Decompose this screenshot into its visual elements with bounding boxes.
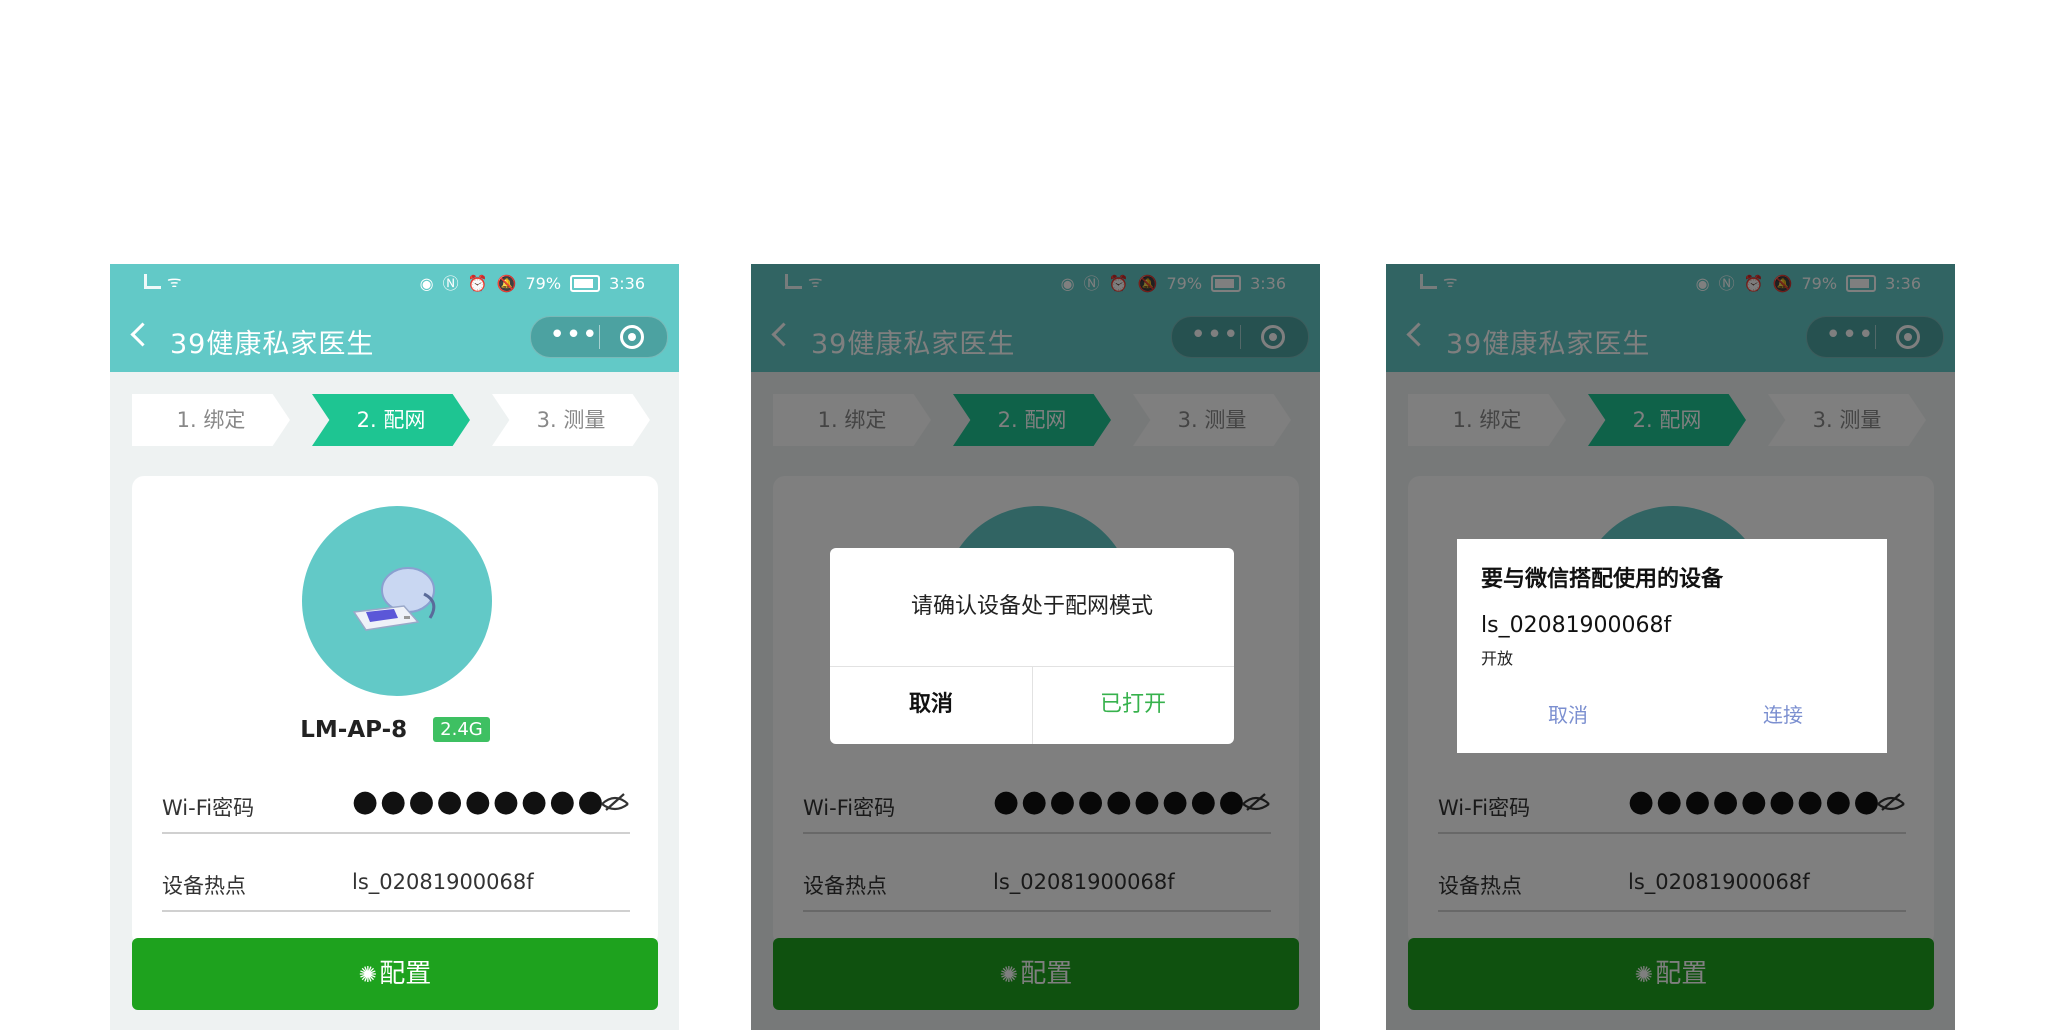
hotspot-label: 设备热点 xyxy=(162,874,246,898)
config-button[interactable]: ✺配置 xyxy=(132,938,658,1010)
battery-icon xyxy=(570,275,601,292)
eye-comfort-icon: ◉ xyxy=(419,273,434,293)
hide-password-icon[interactable] xyxy=(600,792,630,812)
clock-time: 3:36 xyxy=(609,274,645,293)
config-button-label: 配置 xyxy=(379,959,432,989)
device-image-circle xyxy=(302,506,492,696)
back-icon[interactable] xyxy=(130,322,155,347)
device-name: LM-AP-8 xyxy=(300,716,408,743)
status-left-icons: ᯤ xyxy=(144,271,182,291)
pair-device-id[interactable]: ls_02081900068f xyxy=(1481,613,1671,638)
wifi-password-label: Wi-Fi密码 xyxy=(162,796,255,820)
hotspot-field: 设备热点 ls_02081900068f xyxy=(162,856,630,912)
step-indicator: 1. 绑定 2. 配网 3. 测量 xyxy=(132,394,652,446)
blood-pressure-monitor-icon xyxy=(352,567,436,631)
dialog-message: 请确认设备处于配网模式 xyxy=(910,594,1153,619)
miniprogram-capsule: ••• xyxy=(530,316,668,358)
battery-percent: 79% xyxy=(525,274,562,293)
dialog-cancel-button[interactable]: 取消 xyxy=(830,686,1032,718)
phone-screen-1: ᯤ ◉ Ⓝ ⏰ 🔕 79% 3:36 39健康私家医生 ••• 1. 绑定 2.… xyxy=(110,264,679,1030)
step-measure: 3. 测量 xyxy=(492,394,650,446)
device-card: LM-AP-8 2.4G Wi-Fi密码 ●●●●●●●●● 设备热点 ls_0… xyxy=(132,476,658,946)
nfc-icon: Ⓝ xyxy=(442,273,459,293)
nav-bar: 39健康私家医生 ••• xyxy=(110,304,679,372)
loading-spinner-icon: ✺ xyxy=(358,963,378,988)
pair-device-dialog: 要与微信搭配使用的设备 ls_02081900068f 开放 取消 连接 xyxy=(1457,539,1887,753)
status-bar: ᯤ ◉ Ⓝ ⏰ 🔕 79% 3:36 xyxy=(110,264,679,304)
dialog-opened-button[interactable]: 已打开 xyxy=(1032,686,1234,718)
more-icon[interactable]: ••• xyxy=(549,322,599,351)
alarm-icon: ⏰ xyxy=(467,273,488,293)
cellular-signal-icon xyxy=(144,274,161,289)
step-network: 2. 配网 xyxy=(312,394,470,446)
band-badge: 2.4G xyxy=(433,717,490,742)
step-bind: 1. 绑定 xyxy=(132,394,290,446)
pair-cancel-button[interactable]: 取消 xyxy=(1548,699,1588,728)
close-miniprogram-icon[interactable] xyxy=(620,325,644,349)
confirm-network-mode-dialog: 请确认设备处于配网模式 取消 已打开 xyxy=(830,548,1234,744)
mute-icon: 🔕 xyxy=(496,273,517,293)
wifi-password-field[interactable]: Wi-Fi密码 ●●●●●●●●● xyxy=(162,778,630,834)
wifi-icon: ᯤ xyxy=(167,271,182,291)
pair-dialog-title: 要与微信搭配使用的设备 xyxy=(1481,567,1724,592)
capsule-divider xyxy=(599,325,600,349)
hotspot-value: ls_02081900068f xyxy=(352,870,534,894)
app-title: 39健康私家医生 xyxy=(170,329,375,360)
pair-device-status: 开放 xyxy=(1481,649,1514,668)
wifi-password-input[interactable]: ●●●●●●●●● xyxy=(352,784,606,819)
phone-screen-2: ᯤ ◉ Ⓝ ⏰ 🔕 79% 3:36 39健康私家医生 ••• 1. 绑定 2.… xyxy=(751,264,1320,1030)
pair-connect-button[interactable]: 连接 xyxy=(1763,699,1803,728)
status-right-icons: ◉ Ⓝ ⏰ 🔕 79% 3:36 xyxy=(420,274,645,293)
phone-screen-3: ᯤ ◉ Ⓝ ⏰ 🔕 79% 3:36 39健康私家医生 ••• 1. 绑定 2.… xyxy=(1386,264,1955,1030)
device-name-row: LM-AP-8 2.4G xyxy=(132,716,658,743)
